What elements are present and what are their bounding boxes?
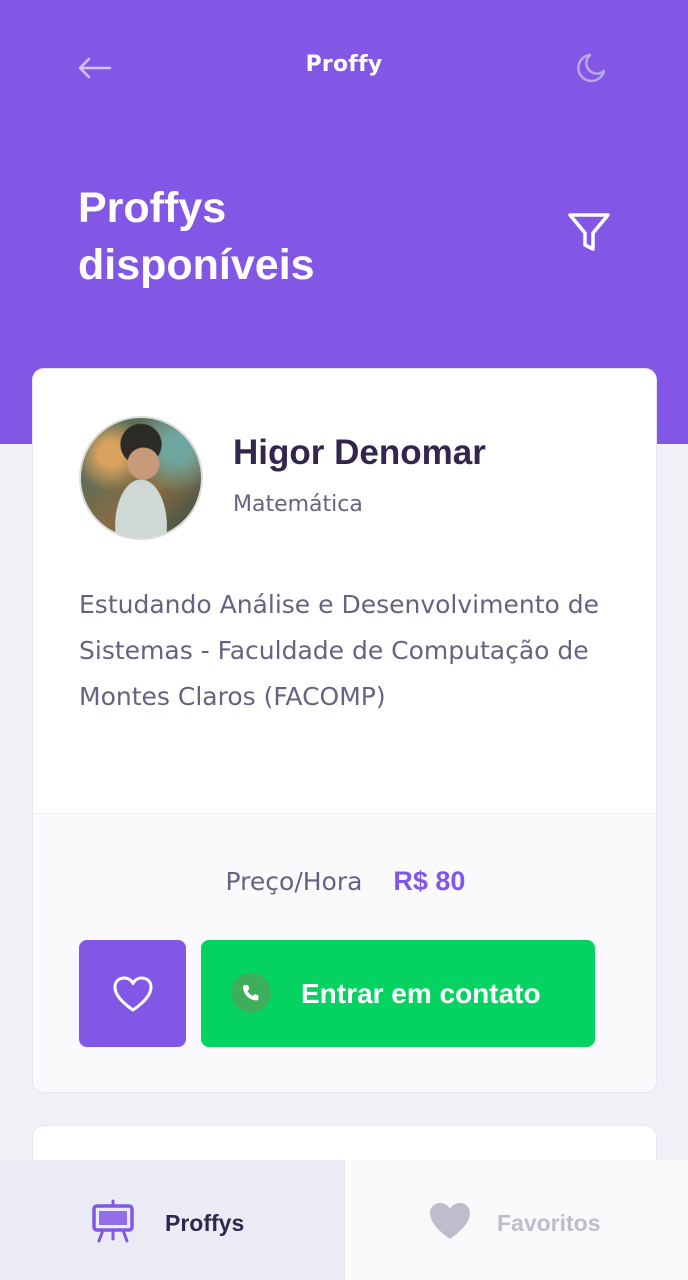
teacher-card: Higor Denomar Matemática Estudando Análi… xyxy=(32,368,657,1093)
bottom-nav: Proffys Favoritos xyxy=(0,1160,688,1280)
price-value: R$ 80 xyxy=(393,866,466,896)
heart-icon xyxy=(427,1198,473,1244)
avatar xyxy=(79,416,203,540)
contact-button[interactable]: Entrar em contato xyxy=(201,940,595,1047)
price-label: Preço/Hora xyxy=(225,867,363,896)
tab-favoritos[interactable]: Favoritos xyxy=(344,1160,688,1280)
top-bar: Proffy xyxy=(0,40,688,96)
filter-button[interactable] xyxy=(562,206,616,260)
favorite-button[interactable] xyxy=(79,940,186,1047)
page-title: Proffys disponíveis xyxy=(78,184,315,289)
heart-outline-icon xyxy=(113,976,152,1011)
filter-icon xyxy=(568,213,610,251)
theme-toggle-button[interactable] xyxy=(572,48,612,88)
whatsapp-icon xyxy=(231,973,271,1013)
contact-label: Entrar em contato xyxy=(301,978,541,1009)
card-footer: Preço/Hora R$ 80 Entrar em contato xyxy=(33,813,656,1092)
teacher-subject: Matemática xyxy=(233,492,363,517)
teacher-name: Higor Denomar xyxy=(233,433,486,472)
price-row: Preço/Hora R$ 80 xyxy=(33,866,656,897)
easel-icon xyxy=(90,1198,136,1244)
teacher-bio: Estudando Análise e Desenvolvimento de S… xyxy=(79,590,599,711)
tab-proffys-label: Proffys xyxy=(165,1210,245,1236)
tab-proffys[interactable]: Proffys xyxy=(0,1160,344,1280)
tab-favoritos-label: Favoritos xyxy=(497,1210,601,1236)
moon-icon xyxy=(577,53,606,83)
